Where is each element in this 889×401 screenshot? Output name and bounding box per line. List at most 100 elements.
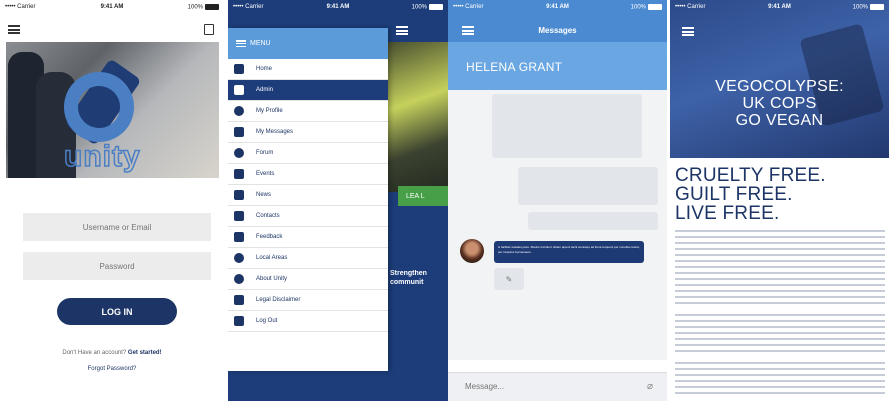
article-paragraph	[675, 228, 885, 304]
password-field[interactable]	[23, 252, 211, 280]
menu-item-label: Forum	[256, 150, 274, 156]
carrier-label: ••••• Carrier	[233, 4, 264, 10]
background-navbar	[388, 14, 448, 42]
menu-item-label: Legal Disclaimer	[256, 297, 301, 303]
contact-name: HELENA GRANT	[448, 42, 667, 90]
calendar-icon	[234, 169, 244, 179]
page-title: Messages	[538, 26, 577, 35]
battery-label: 100%	[630, 4, 646, 11]
menu-item-my-profile[interactable]: My Profile	[228, 101, 388, 122]
side-menu: MENU Home Admin My Profile My Messages F…	[228, 28, 388, 371]
menu-item-label: Feedback	[256, 234, 283, 240]
background-text: Strengthen communit	[390, 270, 448, 288]
get-started-link[interactable]: Get started!	[128, 350, 162, 356]
user-icon	[234, 106, 244, 116]
contact-card-icon	[234, 211, 244, 221]
menu-item-home[interactable]: Home	[228, 59, 388, 80]
menu-item-label: My Profile	[256, 108, 283, 114]
battery-indicator: 100%	[630, 3, 662, 11]
article-screen: ••••• Carrier 9:41 AM 100% VEGOCOLYPSE: …	[670, 0, 889, 401]
battery-indicator: 100%	[412, 3, 443, 10]
message-input[interactable]	[465, 382, 625, 391]
battery-icon	[205, 3, 219, 10]
background-photo	[388, 42, 448, 192]
hero-image: unity	[6, 42, 219, 178]
background-button: LEA L	[398, 186, 448, 206]
battery-indicator: 100%	[852, 3, 884, 11]
hamburger-icon[interactable]	[8, 25, 20, 34]
article-paragraph	[675, 360, 885, 396]
logout-icon	[234, 316, 244, 326]
status-time: 9:41 AM	[326, 4, 350, 10]
menu-item-forum[interactable]: Forum	[228, 143, 388, 164]
typing-indicator-icon: ✎	[494, 268, 524, 290]
battery-label: 100%	[187, 4, 203, 11]
battery-label: 100%	[852, 4, 868, 11]
menu-item-log-out[interactable]: Log Out	[228, 311, 388, 332]
menu-item-label: My Messages	[256, 129, 294, 135]
menu-header[interactable]: MENU	[228, 28, 388, 59]
menu-item-label: About Unity	[256, 276, 288, 282]
username-field[interactable]	[23, 213, 211, 241]
tagline-line: GUILT FREE.	[675, 184, 793, 205]
compose-bar: ⌀	[448, 372, 667, 401]
menu-item-contacts[interactable]: Contacts	[228, 206, 388, 227]
message-bubble-outgoing	[528, 212, 658, 230]
navbar: ••••• Carrier 9:41 AM 100% Messages	[448, 0, 667, 42]
menu-item-local-areas[interactable]: Local Areas	[228, 248, 388, 269]
menu-toggle-icon[interactable]	[236, 40, 246, 47]
info-icon	[234, 274, 244, 284]
background-text-line: communit	[390, 278, 424, 286]
login-button[interactable]: LOG IN	[57, 298, 177, 325]
battery-icon	[429, 3, 443, 10]
menu-item-label: Contacts	[256, 213, 280, 219]
status-time: 9:41 AM	[768, 4, 791, 10]
no-account-text: Don't Have an account?	[62, 350, 127, 356]
carrier-label: ••••• Carrier	[675, 4, 706, 10]
status-time: 9:41 AM	[100, 4, 124, 10]
headline-line: UK COPS	[742, 95, 817, 112]
battery-indicator: 100%	[187, 3, 219, 11]
carrier-label: ••••• Carrier	[5, 4, 36, 10]
menu-item-admin[interactable]: Admin	[228, 80, 388, 101]
menu-item-feedback[interactable]: Feedback	[228, 227, 388, 248]
share-icon[interactable]	[204, 24, 214, 35]
menu-item-label: Log Out	[256, 318, 278, 324]
message-bubble-outgoing	[492, 94, 642, 158]
hamburger-icon[interactable]	[682, 27, 694, 36]
menu-title: MENU	[250, 40, 271, 47]
attachment-icon[interactable]: ⌀	[647, 381, 653, 392]
tagline-line: LIVE FREE.	[675, 203, 780, 224]
menu-item-events[interactable]: Events	[228, 164, 388, 185]
menu-item-legal-disclaimer[interactable]: Legal Disclaimer	[228, 290, 388, 311]
article-tagline: CRUELTY FREE. GUILT FREE. LIVE FREE.	[675, 166, 826, 223]
menu-screen: ••••• Carrier 9:41 AM 100% LEA L Strengt…	[228, 0, 448, 401]
message-bubble-outgoing	[518, 167, 658, 205]
battery-icon	[648, 3, 662, 10]
article-headline: VEGOCOLYPSE: UK COPS GO VEGAN	[670, 78, 889, 129]
scales-icon	[234, 295, 244, 305]
envelope-icon	[234, 127, 244, 137]
menu-item-label: Events	[256, 171, 275, 177]
menu-item-news[interactable]: News	[228, 185, 388, 206]
menu-item-about-unity[interactable]: About Unity	[228, 269, 388, 290]
grid-icon	[234, 64, 244, 74]
menu-item-my-messages[interactable]: My Messages	[228, 122, 388, 143]
login-screen: ••••• Carrier 9:41 AM 100% unity LOG IN …	[0, 0, 224, 401]
battery-icon	[870, 3, 884, 10]
headline-line: VEGOCOLYPSE:	[715, 78, 844, 95]
menu-item-label: Admin	[256, 87, 274, 93]
background-text-line: Strengthen	[390, 270, 427, 277]
avatar	[460, 239, 484, 263]
forgot-password-link[interactable]: Forgot Password?	[0, 366, 224, 372]
signup-prompt: Don't Have an account? Get started!	[0, 350, 224, 356]
message-bubble-incoming: is facilisis sodales justo. Mauris tinci…	[494, 241, 644, 263]
article-paragraph	[675, 312, 885, 354]
menu-item-label: Local Areas	[256, 255, 288, 261]
newspaper-icon	[234, 190, 244, 200]
chat-bubble-icon	[234, 148, 244, 158]
hamburger-icon[interactable]	[396, 26, 408, 35]
headline-line: GO VEGAN	[735, 112, 824, 129]
status-bar: ••••• Carrier 9:41 AM 100%	[228, 0, 448, 14]
tagline-line: CRUELTY FREE.	[675, 165, 826, 186]
